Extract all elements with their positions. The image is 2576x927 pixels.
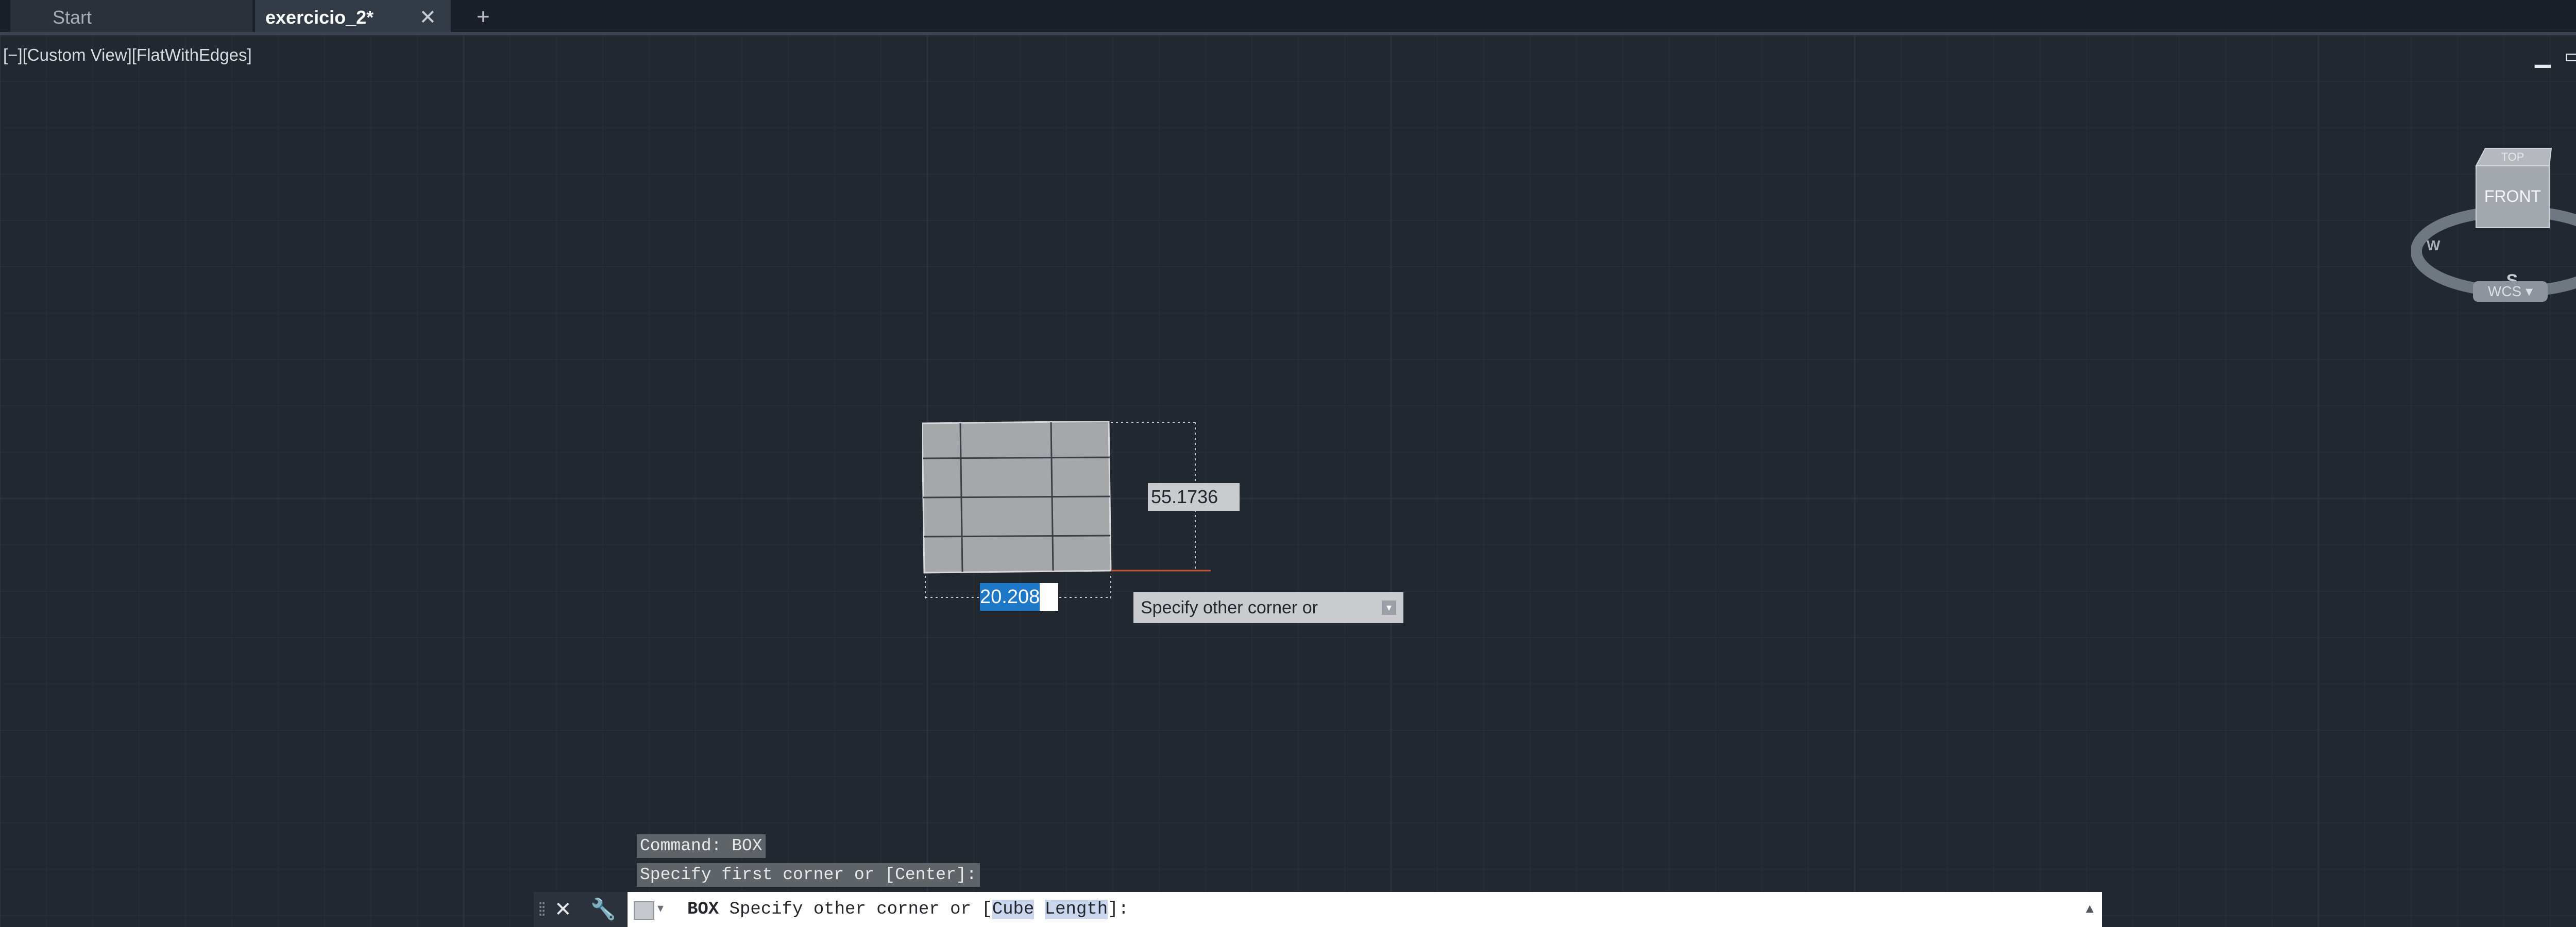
drawing-viewport[interactable]: [−][Custom View][FlatWithEdges] ▁▭✕ TOP … xyxy=(0,35,2576,927)
compass-west[interactable]: W xyxy=(2427,237,2441,253)
command-prompt-text: Specify other corner or [ xyxy=(719,900,992,919)
tab-start[interactable]: Start xyxy=(10,0,252,35)
tab-exercicio-2[interactable]: exercicio_2* ✕ xyxy=(255,0,451,35)
dynamic-input-prompt: Specify other corner or ▾ xyxy=(1133,592,1403,623)
width-dimension-value: 20.208 xyxy=(980,583,1040,611)
option-length[interactable]: Length xyxy=(1044,900,1108,919)
viewport-grid xyxy=(0,35,2576,927)
cube-top-label: TOP xyxy=(2501,150,2524,163)
box-edge xyxy=(923,535,1111,538)
viewport-window-controls[interactable]: ▁▭✕ xyxy=(2535,44,2576,68)
box-edge xyxy=(923,495,1110,499)
height-dimension-input[interactable]: 55.1736 xyxy=(1148,483,1240,511)
close-command-line-icon[interactable]: ✕ xyxy=(554,892,572,927)
option-cube[interactable]: Cube xyxy=(992,900,1035,919)
command-line-tools: ⁞⁞ ✕ 🔧 xyxy=(534,892,626,927)
view-cube[interactable]: TOP FRONT W E S xyxy=(2411,138,2576,303)
close-tab-icon[interactable]: ✕ xyxy=(419,0,436,35)
tab-start-label: Start xyxy=(53,7,92,28)
box-edge xyxy=(923,456,1110,459)
dynamic-prompt-text: Specify other corner or xyxy=(1141,598,1318,617)
customize-wrench-icon[interactable]: 🔧 xyxy=(590,892,616,927)
tab-exercicio-2-label: exercicio_2* xyxy=(265,7,374,28)
command-line-input[interactable]: ▾ BOX Specify other corner or [Cube Leng… xyxy=(628,892,2102,927)
viewport-controls-label[interactable]: [−][Custom View][FlatWithEdges] xyxy=(3,45,252,65)
width-dimension-input[interactable]: 20.208 xyxy=(980,583,1058,611)
recent-commands-icon[interactable] xyxy=(634,901,654,920)
command-history-line: Specify first corner or [Center]: xyxy=(637,863,980,887)
wcs-menu-button[interactable]: WCS ▾ xyxy=(2473,281,2548,302)
command-name: BOX xyxy=(687,900,719,919)
drag-handle-icon[interactable]: ⁞⁞ xyxy=(538,892,546,927)
document-tab-bar: Start exercicio_2* ✕ + xyxy=(0,0,2576,35)
dynamic-prompt-options-icon[interactable]: ▾ xyxy=(1382,600,1396,615)
command-prompt-suffix: ]: xyxy=(1108,900,1129,919)
box-preview xyxy=(922,421,1211,602)
cube-front-label: FRONT xyxy=(2484,187,2541,205)
recent-commands-caret-icon[interactable]: ▾ xyxy=(657,892,664,927)
command-prompt: BOX Specify other corner or [Cube Length… xyxy=(687,892,1129,927)
command-history-line: Command: BOX xyxy=(637,834,766,858)
command-history-expand-icon[interactable]: ▲ xyxy=(2086,892,2094,927)
new-tab-button[interactable]: + xyxy=(477,0,490,35)
